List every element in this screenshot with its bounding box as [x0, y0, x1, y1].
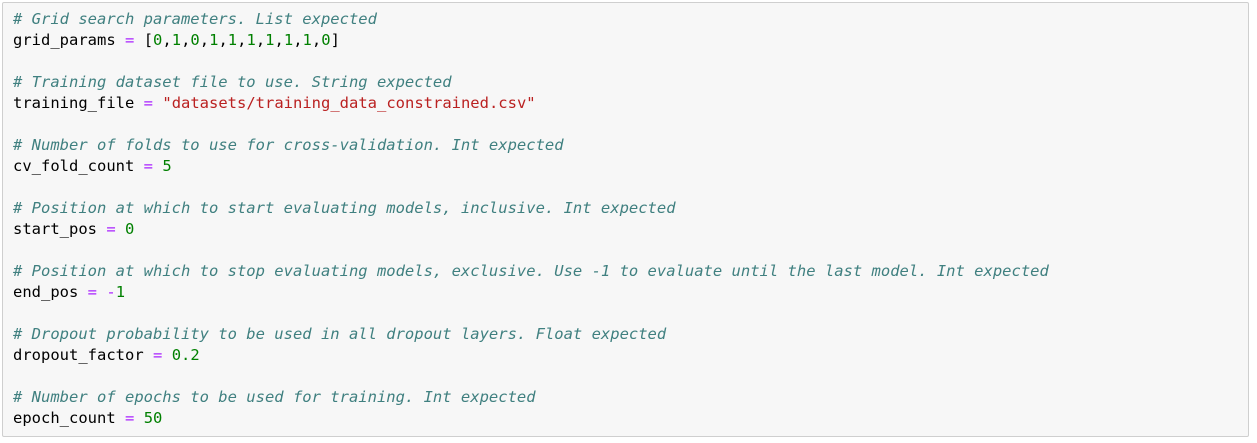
assignment-line: cv_fold_count = 5 [13, 156, 1242, 177]
number-value: 0.2 [171, 346, 200, 364]
assignment-line: start_pos = 0 [13, 219, 1242, 240]
comment-line: # Dropout probability to be used in all … [13, 324, 1242, 345]
assign-operator: = [143, 157, 154, 175]
list-value: 1 [283, 31, 294, 49]
comment-line: # Number of epochs to be used for traini… [13, 387, 1242, 408]
assignment-line: grid_params = [0,1,0,1,1,1,1,1,1,0] [13, 30, 1242, 51]
list-value: 0 [321, 31, 331, 49]
list-separator: , [218, 31, 228, 49]
code-comment: # Number of folds to use for cross-valid… [13, 136, 564, 154]
code-comment: # Grid search parameters. List expected [13, 10, 377, 28]
list-value: 1 [227, 31, 238, 49]
string-value: "datasets/training_data_constrained.csv" [162, 94, 536, 112]
assign-operator: = [125, 31, 135, 49]
list-separator: , [311, 31, 322, 49]
code-cell[interactable]: # Grid search parameters. List expected g… [2, 2, 1249, 437]
number-value: 0 [125, 220, 135, 238]
comment-line: # Training dataset file to use. String e… [13, 72, 1242, 93]
comment-line: # Number of folds to use for cross-valid… [13, 135, 1242, 156]
comment-line: # Position at which to start evaluating … [13, 198, 1242, 219]
code-comment: # Training dataset file to use. String e… [13, 73, 452, 91]
list-separator: , [199, 31, 210, 49]
list-separator: , [293, 31, 303, 49]
variable-name: cv_fold_count [13, 157, 135, 175]
list-value: 1 [246, 31, 256, 49]
assign-operator: = [153, 346, 163, 364]
comment-line: # Position at which to stop evaluating m… [13, 261, 1242, 282]
list-value: 0 [190, 31, 200, 49]
assign-operator: = [106, 220, 116, 238]
code-comment: # Number of epochs to be used for traini… [13, 388, 536, 406]
number-value: 1 [115, 283, 126, 301]
assignment-line: epoch_count = 50 [13, 408, 1242, 429]
number-value: 5 [162, 157, 172, 175]
variable-name: epoch_count [13, 409, 116, 427]
comment-line: # Grid search parameters. List expected [13, 9, 1242, 30]
list-value: 0 [153, 31, 163, 49]
list-open-bracket: [ [143, 31, 154, 49]
code-comment: # Dropout probability to be used in all … [13, 325, 667, 343]
code-editor[interactable]: # Grid search parameters. List expected g… [13, 9, 1242, 429]
number-value: 50 [143, 409, 163, 427]
variable-name: training_file [13, 94, 135, 112]
variable-name: start_pos [13, 220, 97, 238]
variable-name: dropout_factor [13, 346, 144, 364]
minus-operator: - [106, 283, 116, 301]
list-separator: , [274, 31, 284, 49]
assignment-line: training_file = "datasets/training_data_… [13, 93, 1242, 114]
list-value: 1 [302, 31, 312, 49]
list-separator: , [255, 31, 266, 49]
list-separator: , [181, 31, 191, 49]
assign-operator: = [125, 409, 135, 427]
code-comment: # Position at which to start evaluating … [13, 199, 676, 217]
list-value: 1 [171, 31, 182, 49]
variable-name: end_pos [13, 283, 79, 301]
list-separator: , [162, 31, 172, 49]
list-close-bracket: ] [330, 31, 340, 49]
code-comment: # Position at which to stop evaluating m… [13, 262, 1049, 280]
assignment-line: end_pos = -1 [13, 282, 1242, 303]
assign-operator: = [87, 283, 98, 301]
assign-operator: = [143, 94, 154, 112]
list-value: 1 [265, 31, 275, 49]
variable-name: grid_params [13, 31, 116, 49]
assignment-line: dropout_factor = 0.2 [13, 345, 1242, 366]
